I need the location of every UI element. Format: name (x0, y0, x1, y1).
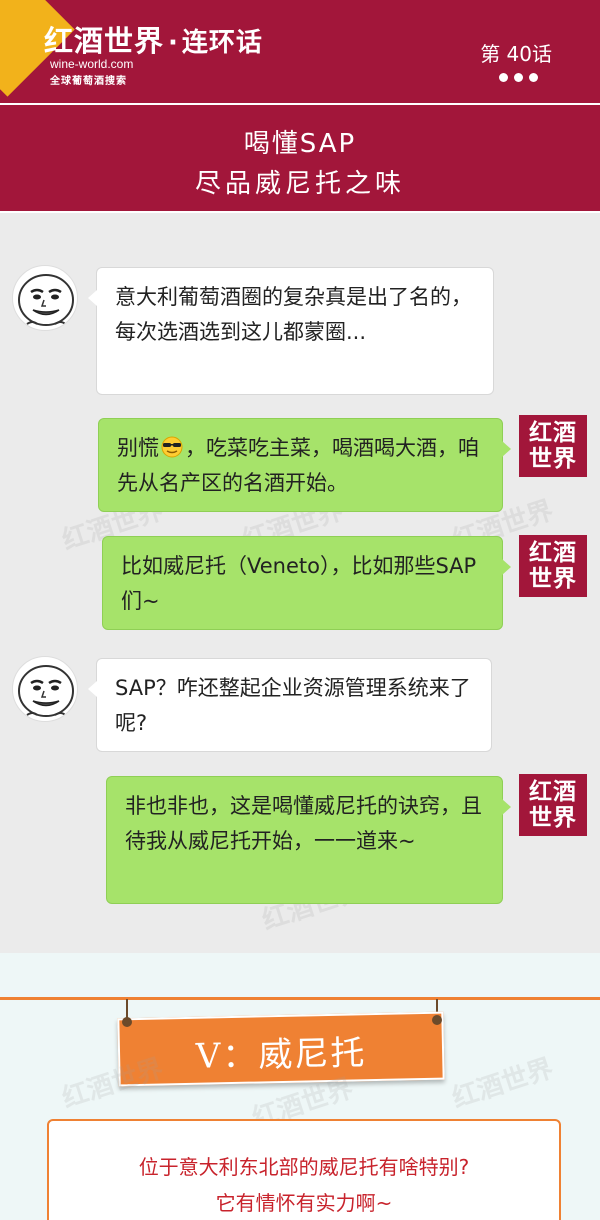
brand-avatar-line2: 世界 (529, 805, 577, 831)
brand-avatar-line2: 世界 (529, 446, 577, 472)
title-band: 喝懂SAP 尽品威尼托之味 (0, 103, 600, 213)
brand-avatar-line2: 世界 (529, 566, 577, 592)
meme-face-icon (18, 274, 74, 326)
logo: 红酒世界 · 连环话 (44, 26, 263, 58)
intro-card: 位于意大利东北部的威尼托有啥特别? 它有情怀有实力啊~ (47, 1119, 561, 1220)
title-divider (0, 211, 600, 213)
user-avatar[interactable] (12, 265, 78, 331)
logo-text: 红酒世界 (44, 24, 165, 58)
brand-avatar-line1: 红酒 (529, 420, 577, 446)
message-text: SAP？咋还整起企业资源管理系统来了呢? (115, 676, 471, 735)
meme-face-icon (18, 665, 74, 717)
series-name: 连环话 (181, 28, 263, 58)
chat-area: 红酒世界 红酒世界 红酒世界 红酒世界 红酒世界 意大利葡萄酒圈的复杂真是出了名… (0, 215, 600, 953)
banner-peg (122, 1017, 132, 1027)
logo-separator: · (168, 28, 178, 58)
episode-number: 第 40话 (480, 42, 552, 66)
chat-message-sent[interactable]: 比如威尼托（Veneto），比如那些SAP们~ (102, 536, 511, 630)
message-text: 比如威尼托（Veneto），比如那些SAP们~ (121, 554, 477, 613)
section-banner: V：威尼托 (117, 1011, 445, 1087)
brand-avatar-line1: 红酒 (529, 779, 577, 805)
page-title: 喝懂SAP (243, 129, 357, 159)
message-text: 别慌 (117, 436, 159, 460)
brand-avatar-line1: 红酒 (529, 540, 577, 566)
user-avatar[interactable] (12, 656, 78, 722)
intro-question: 位于意大利东北部的威尼托有啥特别? (138, 1155, 470, 1179)
intro-answer: 它有情怀有实力啊~ (215, 1191, 393, 1215)
logo-tagline: 全球葡萄酒搜索 (50, 76, 127, 87)
header-bar: 红酒世界 · 连环话 wine-world.com 全球葡萄酒搜索 第 40话 (0, 0, 600, 103)
chat-message-sent[interactable]: 别慌 ，吃菜吃主菜，喝酒喝大酒，咱先从名产区的名酒开始。 (98, 418, 511, 512)
banner-peg (432, 1015, 442, 1025)
brand-avatar[interactable]: 红酒 世界 (519, 535, 587, 597)
cool-face-emoji-icon (161, 436, 183, 458)
chat-message-received[interactable]: SAP？咋还整起企业资源管理系统来了呢? (88, 658, 492, 752)
banner-string (126, 999, 128, 1019)
chat-message-received[interactable]: 意大利葡萄酒圈的复杂真是出了名的，每次选酒选到这儿都蒙圈... (88, 267, 494, 395)
more-dots-icon (499, 73, 538, 82)
message-text: 意大利葡萄酒圈的复杂真是出了名的，每次选酒选到这儿都蒙圈... (115, 285, 472, 344)
chat-message-sent[interactable]: 非也非也，这是喝懂威尼托的诀窍，且待我从威尼托开始，一一道来~ (106, 776, 511, 904)
logo-url: wine-world.com (50, 57, 134, 71)
section-heading: V：威尼托 (195, 1033, 367, 1077)
watermark: 红酒世界 (448, 1053, 557, 1115)
brand-avatar[interactable]: 红酒 世界 (519, 774, 587, 836)
section-veneto: V：威尼托 红酒世界 红酒世界 红酒世界 位于意大利东北部的威尼托有啥特别? 它… (0, 953, 600, 1220)
message-text: 非也非也，这是喝懂威尼托的诀窍，且待我从威尼托开始，一一道来~ (125, 794, 482, 853)
page-subtitle: 尽品威尼托之味 (194, 169, 405, 199)
section-divider (0, 997, 600, 1000)
brand-avatar[interactable]: 红酒 世界 (519, 415, 587, 477)
